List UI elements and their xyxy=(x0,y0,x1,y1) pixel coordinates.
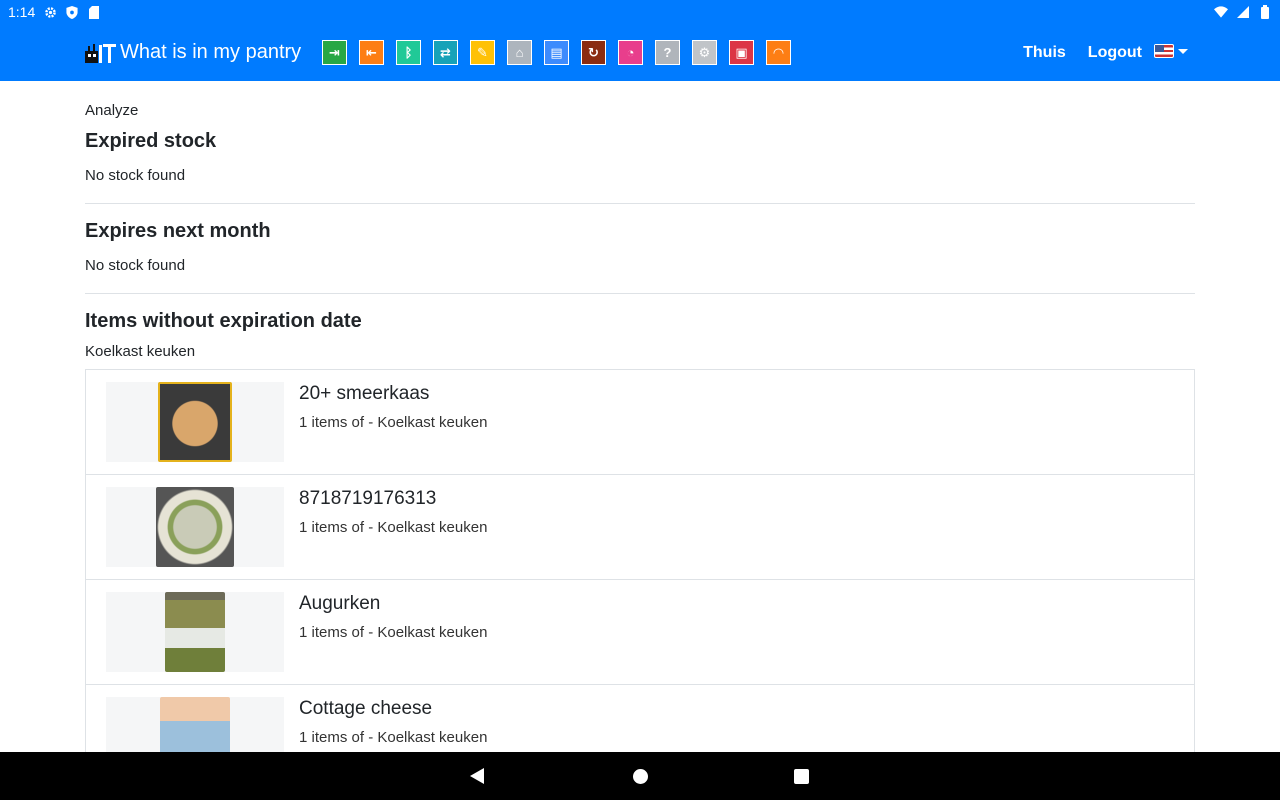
battery-icon xyxy=(1258,5,1272,19)
divider xyxy=(85,203,1195,204)
product-image xyxy=(165,592,225,672)
us-flag-icon xyxy=(1154,44,1174,58)
recents-icon xyxy=(793,768,809,784)
stock-list: 20+ smeerkaas 1 items of - Koelkast keuk… xyxy=(85,369,1195,790)
nav-logout-link[interactable]: Logout xyxy=(1088,44,1142,62)
expired-stock-empty: No stock found xyxy=(85,167,186,184)
list-item[interactable]: 20+ smeerkaas 1 items of - Koelkast keuk… xyxy=(86,370,1194,475)
storage-icon[interactable]: ▤ xyxy=(544,40,569,65)
add-stock-icon[interactable]: ⇥ xyxy=(322,40,347,65)
brand-link[interactable]: What is in my pantry xyxy=(85,24,301,81)
list-item[interactable]: Augurken 1 items of - Koelkast keuken xyxy=(86,580,1194,685)
item-subtitle: 1 items of - Koelkast keuken xyxy=(299,414,488,431)
location-label: Koelkast keuken xyxy=(85,343,196,360)
remove-stock-icon[interactable]: ⇤ xyxy=(359,40,384,65)
settings-icon[interactable]: ⚙ xyxy=(692,40,717,65)
signal-icon xyxy=(1236,5,1250,19)
nav-icon-toolbar: ⇥ ⇤ ᛒ ⇄ ✎ ⌂ ▤ ↻ ◔? ⚙ ▣ ◠ xyxy=(322,40,791,65)
item-subtitle: 1 items of - Koelkast keuken xyxy=(299,519,488,536)
back-button[interactable] xyxy=(453,752,501,800)
shield-icon xyxy=(65,5,79,19)
shop-icon[interactable]: ▣ xyxy=(729,40,754,65)
item-title: 20+ smeerkaas xyxy=(299,383,430,404)
top-navbar: What is in my pantry ⇥ ⇤ ᛒ ⇄ ✎ ⌂ ▤ ↻ ◔? ⚙ ▣ ◠ Thuis… xyxy=(0,24,1280,81)
wifi-icon xyxy=(1214,5,1228,19)
move-stock-icon[interactable]: ⇄ xyxy=(433,40,458,65)
item-subtitle: 1 items of - Koelkast keuken xyxy=(299,624,488,641)
product-thumbnail xyxy=(106,382,284,462)
product-image xyxy=(158,382,232,462)
products-icon[interactable]: ✎ xyxy=(470,40,495,65)
gear-icon xyxy=(43,5,57,19)
back-icon xyxy=(470,768,484,784)
recents-button[interactable] xyxy=(777,752,825,800)
expires-next-month-empty: No stock found xyxy=(85,257,186,274)
divider xyxy=(85,293,1195,294)
item-subtitle: 1 items of - Koelkast keuken xyxy=(299,729,488,746)
no-expiry-heading: Items without expiration date xyxy=(85,310,362,332)
locations-icon[interactable]: ⌂ xyxy=(507,40,532,65)
list-item[interactable]: 8718719176313 1 items of - Koelkast keuk… xyxy=(86,475,1194,580)
status-bar: 1:14 xyxy=(0,0,1280,24)
language-dropdown[interactable] xyxy=(1154,44,1188,58)
home-button[interactable] xyxy=(616,752,664,800)
brand-logo-icon xyxy=(85,43,116,63)
expires-next-month-heading: Expires next month xyxy=(85,220,271,242)
status-time: 1:14 xyxy=(8,4,36,20)
system-nav-bar xyxy=(0,752,1280,800)
home-icon xyxy=(632,768,648,784)
help-icon[interactable]: ? xyxy=(655,40,680,65)
expired-stock-heading: Expired stock xyxy=(85,130,217,152)
item-title: Cottage cheese xyxy=(299,698,433,719)
product-thumbnail xyxy=(106,487,284,567)
nav-home-link[interactable]: Thuis xyxy=(1023,44,1066,62)
item-title: 8718719176313 xyxy=(299,488,437,509)
timer-icon[interactable]: ◔ xyxy=(618,40,643,65)
refresh-icon[interactable]: ↻ xyxy=(581,40,606,65)
brand-title: What is in my pantry xyxy=(120,41,302,63)
chevron-down-icon xyxy=(1178,48,1188,54)
product-thumbnail xyxy=(106,592,284,672)
dashboard-icon[interactable]: ◠ xyxy=(766,40,791,65)
product-image xyxy=(156,487,234,567)
breadcrumb: Analyze xyxy=(85,102,139,119)
barcode-icon[interactable]: ᛒ xyxy=(396,40,421,65)
item-title: Augurken xyxy=(299,593,381,614)
sdcard-icon xyxy=(87,5,101,19)
